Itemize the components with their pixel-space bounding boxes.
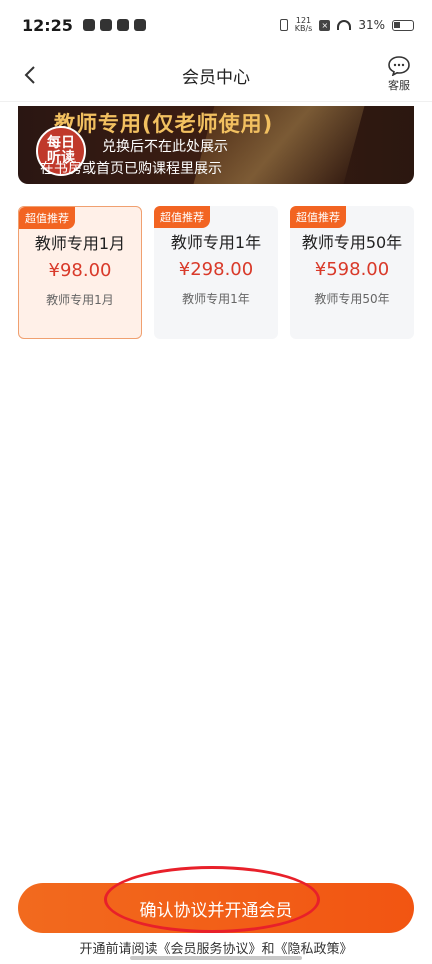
status-right: 121 KB/s × 31% xyxy=(279,17,414,33)
plan-tag: 超值推荐 xyxy=(290,206,346,228)
status-bar: 12:25 121 KB/s × 31% xyxy=(0,0,432,50)
wechat-icon xyxy=(99,19,112,31)
net-speed-unit: KB/s xyxy=(294,24,313,33)
privacy-policy-link[interactable]: 《隐私政策》 xyxy=(275,942,353,957)
banner-title: 教师专用(仅老师使用) xyxy=(54,112,274,136)
plan-price: ¥298.00 xyxy=(178,259,254,280)
banner-line-2: 在书房或首页已购课程里展示 xyxy=(40,161,222,177)
plan-name: 教师专用1年 xyxy=(170,233,262,252)
plan-name: 教师专用1月 xyxy=(34,234,126,253)
customer-service-label: 客服 xyxy=(388,79,410,92)
plan-card-1-year[interactable]: 超值推荐 教师专用1年 ¥298.00 教师专用1年 xyxy=(154,206,278,339)
tiktok-icon xyxy=(116,19,129,31)
battery-percent: 31% xyxy=(358,18,385,32)
confirm-subscribe-button[interactable]: 确认协议并开通会员 xyxy=(18,883,414,933)
plan-desc: 教师专用1年 xyxy=(182,292,250,306)
vibrate-icon xyxy=(279,19,288,31)
plan-card-1-month[interactable]: 超值推荐 教师专用1月 ¥98.00 教师专用1月 xyxy=(18,206,142,339)
plan-name: 教师专用50年 xyxy=(301,233,403,252)
app-notification-icon xyxy=(133,19,146,31)
net-speed: 121 KB/s xyxy=(295,17,313,33)
nav-header: 会员中心 客服 xyxy=(0,50,432,102)
page-title: 会员中心 xyxy=(182,68,250,88)
chat-bubble-icon xyxy=(388,56,410,76)
agreement-prefix: 开通前请阅读 xyxy=(79,942,158,957)
plan-tag: 超值推荐 xyxy=(19,207,75,229)
notification-icons xyxy=(82,19,146,31)
wifi-icon xyxy=(337,20,352,30)
home-indicator[interactable] xyxy=(130,956,302,960)
agreement-text: 开通前请阅读《会员服务协议》和《隐私政策》 xyxy=(0,938,432,957)
plan-tag: 超值推荐 xyxy=(154,206,210,228)
no-sim-icon: × xyxy=(319,19,331,31)
agreement-and: 和 xyxy=(261,942,275,957)
status-time: 12:25 xyxy=(22,15,73,35)
back-icon[interactable] xyxy=(20,64,42,86)
banner-line-1: 兑换后不在此处展示 xyxy=(102,139,228,155)
plan-card-50-year[interactable]: 超值推荐 教师专用50年 ¥598.00 教师专用50年 xyxy=(290,206,414,339)
plan-list: 超值推荐 教师专用1月 ¥98.00 教师专用1月 超值推荐 教师专用1年 ¥2… xyxy=(18,206,414,339)
plan-desc: 教师专用50年 xyxy=(314,292,390,306)
plan-desc: 教师专用1月 xyxy=(46,293,114,307)
service-agreement-link[interactable]: 《会员服务协议》 xyxy=(157,942,261,957)
confirm-subscribe-label: 确认协议并开通会员 xyxy=(139,900,293,921)
customer-service-button[interactable]: 客服 xyxy=(388,56,410,93)
battery-icon xyxy=(392,19,414,31)
plan-price: ¥98.00 xyxy=(48,260,112,281)
plan-price: ¥598.00 xyxy=(314,259,390,280)
app-notification-icon xyxy=(82,19,95,31)
promo-banner: 教师专用(仅老师使用) 每日 听读 兑换后不在此处展示 在书房或首页已购课程里展示 xyxy=(18,106,414,184)
